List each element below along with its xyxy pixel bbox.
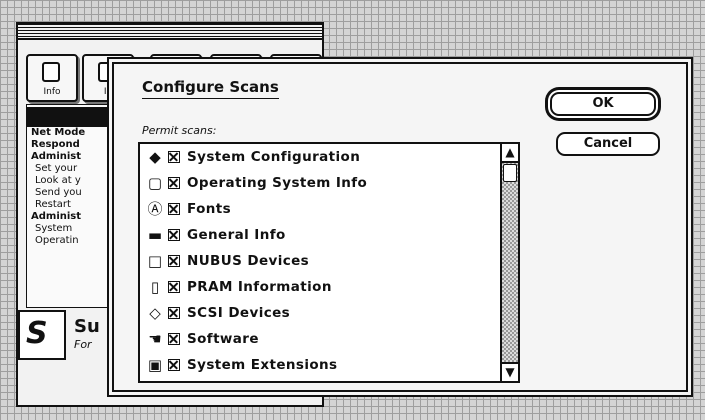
scan-item-label: General Info — [187, 227, 286, 243]
permit-scans-label: Permit scans: — [142, 124, 217, 137]
scan-checkbox[interactable] — [168, 307, 180, 319]
fonts-icon: Ⓐ — [147, 199, 163, 218]
scan-item-label: PRAM Information — [187, 279, 332, 295]
scan-list-item[interactable]: ◆ System Configuration — [140, 144, 500, 170]
scan-list-item[interactable]: □ NUBUS Devices — [140, 248, 500, 274]
list-item[interactable]: Operatin — [27, 235, 119, 247]
list-item[interactable]: System — [27, 223, 119, 235]
desktop: Info In Net Mode Respond Administ Set yo… — [0, 0, 705, 420]
dialog-title: Configure Scans — [142, 78, 279, 99]
info-button-label: Info — [43, 87, 61, 97]
scroll-up-arrow-icon[interactable]: ▲ — [502, 144, 518, 163]
background-window-titlebar[interactable] — [18, 24, 322, 40]
scan-list-item[interactable]: ▣ System Extensions — [140, 352, 500, 378]
suite-name: Su — [74, 316, 100, 337]
scan-item-label: SCSI Devices — [187, 305, 291, 321]
scan-list-item[interactable]: ◇ SCSI Devices — [140, 300, 500, 326]
info-button[interactable]: Info — [26, 54, 78, 102]
extension-icon: ▣ — [147, 355, 163, 374]
scan-list-item[interactable]: Ⓐ Fonts — [140, 196, 500, 222]
computer-icon: ▬ — [147, 225, 163, 244]
scan-item-label: NUBUS Devices — [187, 253, 310, 269]
scan-checkbox[interactable] — [168, 203, 180, 215]
diamond-icon: ◆ — [149, 147, 161, 166]
list-item[interactable]: Net Mode — [27, 127, 119, 139]
scan-checkbox[interactable] — [168, 333, 180, 345]
scan-checkbox[interactable] — [168, 359, 180, 371]
scan-checkbox[interactable] — [168, 177, 180, 189]
list-item[interactable]: Administ — [27, 151, 119, 163]
list-item[interactable]: Look at y — [27, 175, 119, 187]
scan-checkbox[interactable] — [168, 281, 180, 293]
suite-logo-icon: S — [18, 310, 66, 360]
hand-icon: ☚ — [148, 329, 162, 348]
list-item[interactable]: Restart — [27, 199, 119, 211]
scroll-thumb[interactable] — [503, 164, 517, 182]
scan-list-item[interactable]: ☚ Software — [140, 326, 500, 352]
list-item[interactable]: Respond — [27, 139, 119, 151]
scroll-down-arrow-icon[interactable]: ▼ — [502, 362, 518, 381]
scan-list[interactable]: ◆ System Configuration ▢ Operating System I… — [138, 142, 520, 383]
scan-item-label: System Extensions — [187, 357, 338, 373]
scan-list-item[interactable]: ▯ PRAM Information — [140, 274, 500, 300]
background-task-list[interactable]: Net Mode Respond Administ Set your Look … — [26, 104, 120, 308]
battery-icon: ▯ — [150, 277, 160, 296]
scan-item-label: Software — [187, 331, 259, 347]
list-item[interactable]: Administ — [27, 211, 119, 223]
ok-button[interactable]: OK — [550, 92, 656, 116]
scan-list-items: ◆ System Configuration ▢ Operating System I… — [140, 144, 500, 381]
selected-row[interactable] — [27, 107, 119, 127]
scan-list-item[interactable]: ▢ Operating System Info — [140, 170, 500, 196]
list-item[interactable]: Send you — [27, 187, 119, 199]
scan-checkbox[interactable] — [168, 151, 180, 163]
scan-item-label: Fonts — [187, 201, 232, 217]
cancel-button[interactable]: Cancel — [556, 132, 660, 156]
configure-scans-dialog: Configure Scans Permit scans: ◆ System Co… — [112, 62, 688, 392]
scan-item-label: System Configuration — [187, 149, 361, 165]
scsi-icon: ◇ — [149, 303, 161, 322]
scan-list-item[interactable]: ▬ General Info — [140, 222, 500, 248]
mac-icon: ▢ — [147, 173, 163, 192]
info-icon — [42, 62, 60, 82]
vertical-scrollbar[interactable]: ▲ ▼ — [500, 144, 518, 381]
scan-checkbox[interactable] — [168, 229, 180, 241]
suite-subtitle: For — [74, 338, 92, 351]
scan-item-label: Operating System Info — [187, 175, 368, 191]
card-icon: □ — [147, 251, 163, 270]
list-item[interactable]: Set your — [27, 163, 119, 175]
scan-checkbox[interactable] — [168, 255, 180, 267]
